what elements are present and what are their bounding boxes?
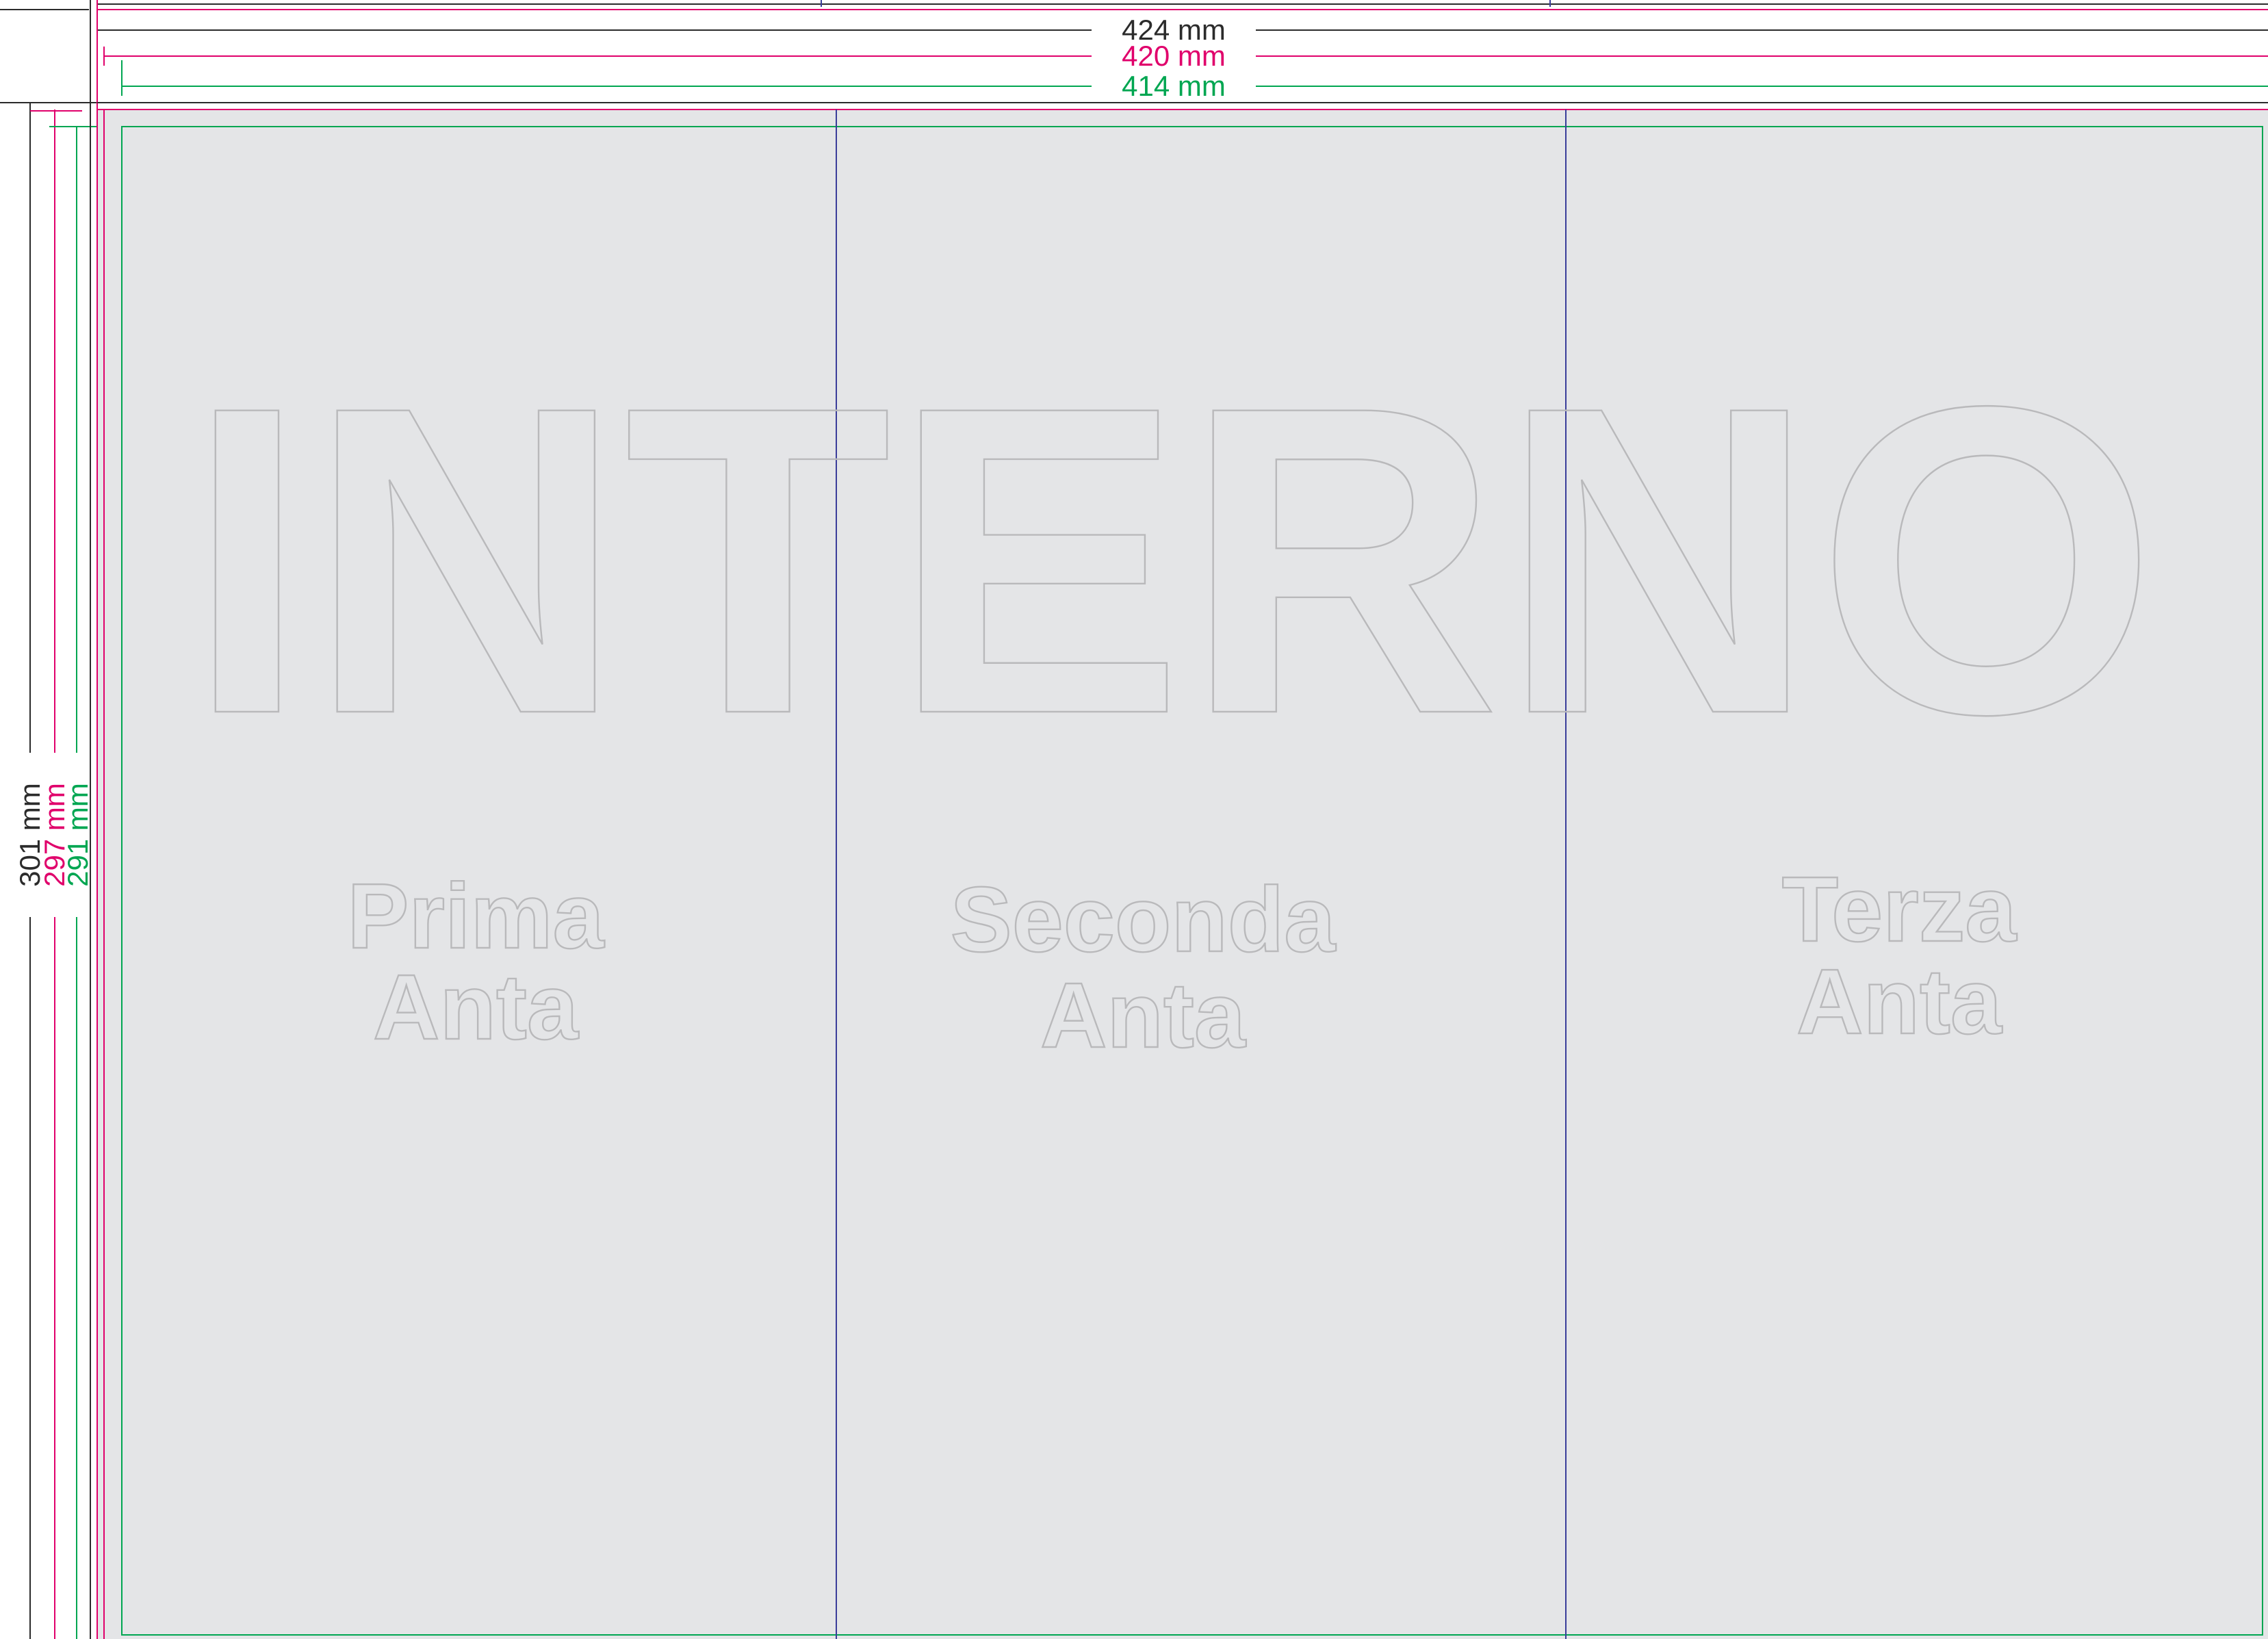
panel-1-label-line1: Prima — [347, 864, 604, 968]
panel-3-label-line1: Terza — [1782, 857, 2018, 961]
width-trim-label: 420 mm — [1122, 40, 1226, 72]
panel-2-label-line1: Seconda — [951, 868, 1337, 971]
top-edge-strip — [0, 0, 2268, 12]
panel-3-label-line2: Anta — [1796, 950, 2002, 1053]
height-safe-label: 291 mm — [62, 783, 94, 887]
panel-1-label-line2: Anta — [373, 955, 579, 1059]
interno-watermark: INTERNO — [186, 315, 2157, 805]
width-safe-label: 414 mm — [1122, 70, 1226, 102]
panel-2-label-line2: Anta — [1040, 964, 1246, 1067]
print-layout-sheet: 424 mm 420 mm 414 mm 301 mm 297 mm 291 m… — [0, 0, 2268, 1639]
